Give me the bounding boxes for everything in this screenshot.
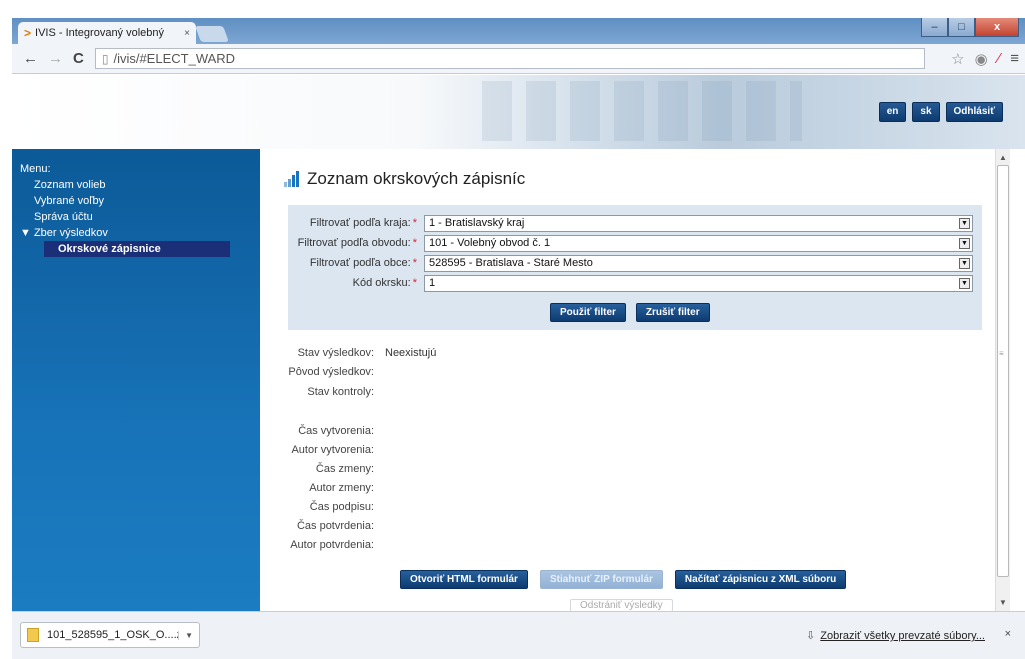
header-buttons: en sk Odhlásiť (878, 102, 1003, 122)
url-text: /ivis/#ELECT_WARD (113, 51, 236, 66)
header-banner-image (482, 81, 802, 141)
info-label: Autor potvrdenia: (290, 539, 374, 551)
ivis-favicon-icon: > (24, 26, 32, 40)
info-label: Čas podpisu: (309, 501, 374, 513)
cancel-filter-button[interactable]: Zrušiť filter (635, 303, 710, 322)
page-title: Zoznam okrskových zápisníc (284, 169, 525, 189)
sidebar: Menu: Zoznam volieb Vybrané voľby Správa… (12, 149, 260, 611)
info-label: Autor vytvorenia: (291, 444, 374, 456)
filter-row-municipality: Filtrovať podľa obce: * 528595 - Bratisla… (288, 255, 982, 272)
back-arrow-icon[interactable]: ← (23, 50, 38, 67)
filter-label: Filtrovať podľa obvodu: * (297, 237, 417, 249)
info-label: Stav výsledkov: (297, 347, 374, 359)
sidebar-item-ward-records[interactable]: Okrskové zápisnice (44, 241, 230, 257)
download-item[interactable]: 101_528595_1_OSK_O....zip ▼ (20, 622, 200, 648)
district-select[interactable]: 101 - Volebný obvod č. 1 ▼ (424, 235, 973, 252)
info-label: Čas vytvorenia: (298, 425, 374, 437)
main-content: Zoznam okrskových zápisníc Filtrovať pod… (260, 149, 995, 612)
browser-menu-icon[interactable]: ≡ (1010, 50, 1019, 67)
info-label: Čas zmeny: (315, 463, 374, 475)
info-value: Neexistujú (385, 347, 437, 359)
extension-icon[interactable]: ◉ (975, 50, 988, 68)
minimize-button[interactable]: – (921, 18, 948, 37)
bar-chart-icon (284, 171, 299, 187)
info-label: Čas potvrdenia: (296, 520, 374, 532)
new-tab-button[interactable] (195, 26, 229, 42)
browser-tab[interactable]: > IVIS - Integrovaný volebný × (18, 22, 196, 44)
filter-row-region: Filtrovať podľa kraja: * 1 - Bratislavský… (288, 215, 982, 232)
info-label: Pôvod výsledkov: (288, 366, 374, 378)
info-label: Stav kontroly: (307, 386, 374, 398)
ward-code-select[interactable]: 1 ▼ (424, 275, 973, 292)
address-bar[interactable]: ▯ /ivis/#ELECT_WARD (94, 48, 925, 69)
filter-row-ward-code: Kód okrsku: * 1 ▼ (288, 275, 982, 292)
tab-close-icon[interactable]: × (184, 28, 190, 39)
filter-label: Filtrovať podľa obce: * (309, 257, 417, 269)
menu-heading: Menu: (20, 163, 51, 175)
forward-arrow-icon[interactable]: → (48, 50, 63, 67)
scroll-up-icon[interactable]: ▲ (999, 153, 1007, 162)
apply-filter-button[interactable]: Použiť filter (550, 303, 626, 322)
load-xml-button[interactable]: Načítať zápisnicu z XML súboru (674, 570, 847, 589)
chevron-down-icon[interactable]: ▼ (178, 630, 193, 640)
filter-label: Kód okrsku: * (352, 277, 417, 289)
sidebar-item-selected-election[interactable]: Vybrané voľby (12, 193, 260, 209)
download-arrow-icon: ⇩ (806, 630, 816, 642)
sidebar-item-election-list[interactable]: Zoznam volieb (12, 177, 260, 193)
bookmark-star-icon[interactable]: ☆ (951, 50, 964, 68)
window-controls: – □ x (921, 18, 1019, 37)
dropdown-arrow-icon[interactable]: ▼ (959, 258, 970, 269)
filter-row-district: Filtrovať podľa obvodu: * 101 - Volebný o… (288, 235, 982, 252)
page-title-text: Zoznam okrskových zápisníc (307, 169, 526, 188)
municipality-select[interactable]: 528595 - Bratislava - Staré Mesto ▼ (424, 255, 973, 272)
toolbar-actions: ☆ ◉ ⁄ ≡ (951, 50, 1019, 68)
filter-panel: Filtrovať podľa kraja: * 1 - Bratislavský… (288, 205, 982, 330)
scroll-grip-icon: ≡ (999, 349, 1004, 358)
download-filename: 101_528595_1_OSK_O....zip (47, 629, 179, 641)
download-zip-form-button[interactable]: Stiahnuť ZIP formulár (539, 570, 663, 589)
record-actions: Otvoriť HTML formulár Stiahnuť ZIP formu… (400, 570, 847, 589)
tab-title: IVIS - Integrovaný volebný (35, 27, 165, 39)
scroll-down-icon[interactable]: ▼ (999, 598, 1007, 607)
sidebar-item-account[interactable]: Správa účtu (12, 209, 260, 225)
sidebar-item-results-collection[interactable]: ▼ Zber výsledkov (12, 225, 260, 241)
region-select[interactable]: 1 - Bratislavský kraj ▼ (424, 215, 973, 232)
logout-button[interactable]: Odhlásiť (945, 102, 1003, 122)
show-all-downloads-link[interactable]: ⇩ Zobraziť všetky prevzaté súbory... (806, 629, 985, 642)
browser-window: > IVIS - Integrovaný volebný × – □ x ← →… (12, 18, 1025, 659)
open-html-form-button[interactable]: Otvoriť HTML formulár (400, 570, 528, 589)
dropdown-arrow-icon[interactable]: ▼ (959, 278, 970, 289)
title-bar: > IVIS - Integrovaný volebný × – □ x (12, 18, 1025, 44)
lang-en-button[interactable]: en (878, 102, 907, 122)
filter-buttons: Použiť filter Zrušiť filter (550, 303, 710, 322)
pen-extension-icon[interactable]: ⁄ (998, 50, 1001, 67)
page-margin (1010, 149, 1025, 611)
lang-sk-button[interactable]: sk (912, 102, 940, 122)
dropdown-arrow-icon[interactable]: ▼ (959, 218, 970, 229)
page-header: en sk Odhlásiť (12, 75, 1025, 149)
download-bar: 101_528595_1_OSK_O....zip ▼ ⇩ Zobraziť vš… (12, 611, 1025, 659)
close-window-button[interactable]: x (975, 18, 1019, 37)
dropdown-arrow-icon[interactable]: ▼ (959, 238, 970, 249)
zip-file-icon (27, 628, 39, 642)
close-download-bar-icon[interactable]: × (1005, 628, 1011, 640)
filter-label: Filtrovať podľa kraja: * (309, 217, 417, 229)
vertical-scrollbar[interactable]: ▲ ≡ ▼ (995, 149, 1010, 611)
maximize-button[interactable]: □ (948, 18, 975, 37)
browser-toolbar: ← → C ▯ /ivis/#ELECT_WARD ☆ ◉ ⁄ ≡ (12, 44, 1025, 74)
reload-icon[interactable]: C (73, 50, 84, 67)
info-label: Autor zmeny: (309, 482, 374, 494)
scrollbar-thumb[interactable] (997, 165, 1009, 577)
page-icon: ▯ (101, 51, 109, 66)
